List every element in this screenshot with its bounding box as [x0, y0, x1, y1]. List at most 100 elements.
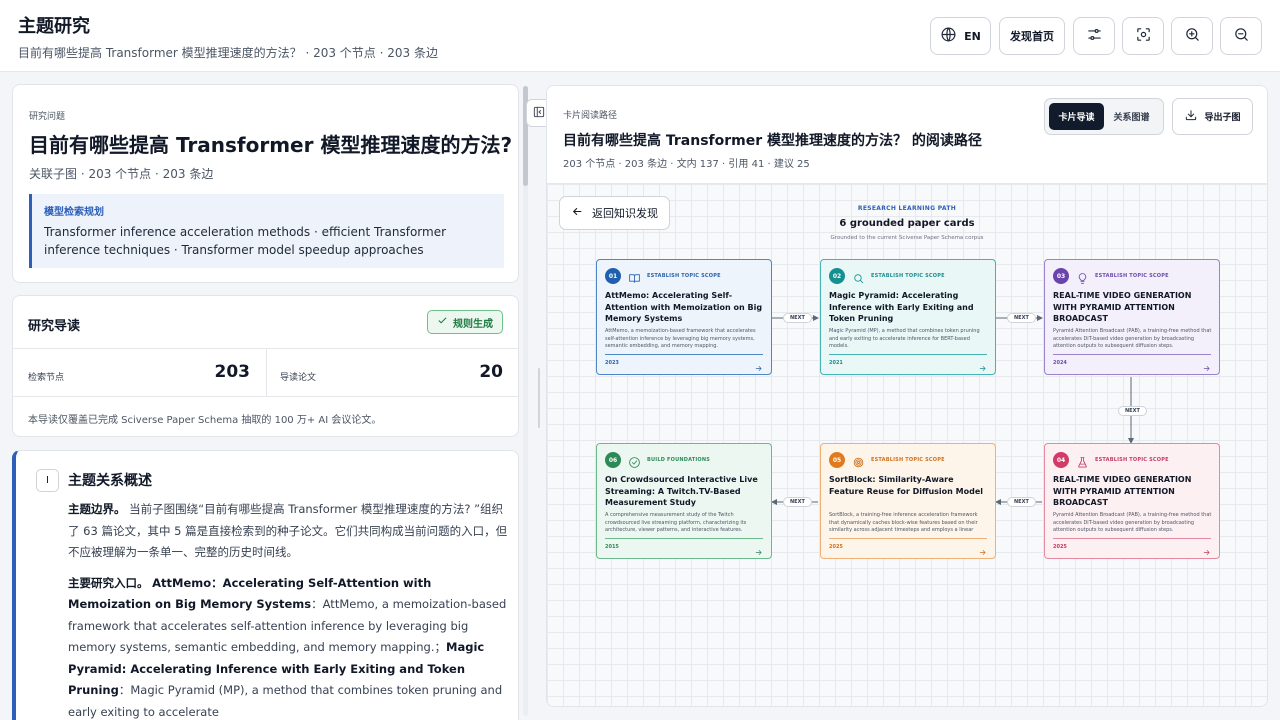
zoom-in-button[interactable]: [1171, 17, 1213, 55]
app-header: 主题研究 目前有哪些提高 Transformer 模型推理速度的方法？ · 20…: [0, 0, 1280, 72]
panel-resize-handle[interactable]: [538, 368, 540, 428]
next-edge-label: NEXT: [1007, 497, 1036, 507]
sidebar-collapse-icon: [532, 104, 546, 123]
stat-value-nodes: 203: [214, 362, 251, 382]
export-label: 导出子图: [1204, 113, 1241, 123]
card-title: REAL-TIME VIDEO GENERATION WITH PYRAMID …: [1053, 291, 1192, 323]
topic-overview-panel: I 主题关系概述 主题边界。 当前子图围绕“目前有哪些提高 Transforme…: [12, 450, 519, 720]
paper-card[interactable]: 06 BUILD FOUNDATIONS On Crowdsourced Inter…: [596, 443, 772, 559]
next-edge-label: NEXT: [783, 497, 812, 507]
stat-value-papers: 20: [479, 362, 503, 382]
card-description: SortBlock, a training-free inference acc…: [829, 512, 978, 533]
question-kicker: 研究问题: [29, 112, 66, 122]
arrow-right-icon[interactable]: [1202, 358, 1211, 371]
card-description: Pyramid Attention Broadcast (PAB), a tra…: [1053, 512, 1212, 533]
card-description: A comprehensive measurement study of the…: [605, 512, 747, 533]
overview-paragraph: 主要研究入口。 AttMemo：Accelerating Self-Attent…: [68, 573, 508, 720]
reading-path-kicker: 卡片阅读路径: [563, 111, 618, 121]
research-guide-panel: 研究导读 规则生成 检索节点 203 导读论文 20 本导读仅覆盖已完成 Sci…: [12, 295, 519, 437]
card-year: 2025: [1053, 544, 1067, 550]
paragraph-text: 当前子图围绕“目前有哪些提高 Transformer 模型推理速度的方法? ”组…: [68, 502, 508, 559]
card-number: 06: [605, 452, 621, 468]
research-question-panel: 研究问题 目前有哪些提高 Transformer 模型推理速度的方法? 关联子图…: [12, 84, 519, 283]
card-year: 2021: [829, 360, 843, 366]
zoom-out-button[interactable]: [1220, 17, 1262, 55]
card-title: SortBlock: Similarity-Aware Feature Reus…: [829, 475, 983, 496]
tab-card-guide[interactable]: 卡片导读: [1049, 103, 1104, 130]
card-number: 01: [605, 268, 621, 284]
card-stage: ESTABLISH TOPIC SCOPE: [1095, 457, 1169, 463]
card-number: 05: [829, 452, 845, 468]
tab-relation-graph[interactable]: 关系图谱: [1104, 103, 1159, 130]
card-stage: ESTABLISH TOPIC SCOPE: [1095, 273, 1169, 279]
download-icon: [1184, 108, 1204, 125]
retrieval-plan-label: 模型检索规划: [44, 207, 104, 218]
card-footer: 2015: [605, 538, 763, 555]
guide-title: 研究导读: [28, 319, 81, 334]
card-number: 02: [829, 268, 845, 284]
card-footer: 2024: [1053, 354, 1211, 371]
card-stage: ESTABLISH TOPIC SCOPE: [647, 273, 721, 279]
globe-icon: [940, 26, 957, 46]
overview-body: 主题边界。 当前子图围绕“目前有哪些提高 Transformer 模型推理速度的…: [68, 499, 508, 720]
zoom-in-icon: [1184, 26, 1201, 46]
arrow-right-icon[interactable]: [754, 358, 763, 371]
filter-button[interactable]: [1073, 17, 1115, 55]
overview-paragraph: 主题边界。 当前子图围绕“目前有哪些提高 Transformer 模型推理速度的…: [68, 499, 508, 564]
card-number: 04: [1053, 452, 1069, 468]
language-button[interactable]: EN: [930, 17, 991, 55]
card-year: 2015: [605, 544, 619, 550]
check-circle-icon: [628, 454, 641, 468]
path-kicker: RESEARCH LEARNING PATH: [857, 205, 957, 212]
check-icon: [437, 315, 453, 329]
discover-home-button[interactable]: 发现首页: [999, 17, 1065, 55]
guide-note: 本导读仅覆盖已完成 Sciverse Paper Schema 抽取的 100 …: [28, 415, 382, 426]
paper-card[interactable]: 01 ESTABLISH TOPIC SCOPE AttMemo: Accelera…: [596, 259, 772, 375]
paragraph-heading: 主题边界。: [68, 502, 126, 516]
focus-icon: [1135, 26, 1152, 46]
stat-label-papers: 导读论文: [280, 373, 317, 383]
card-year: 2023: [605, 360, 619, 366]
card-footer: 2025: [829, 538, 987, 555]
paper-card[interactable]: 02 ESTABLISH TOPIC SCOPE Magic Pyramid: Ac…: [820, 259, 996, 375]
export-subgraph-button[interactable]: 导出子图: [1172, 98, 1253, 135]
reading-path-meta: 203 个节点 · 203 条边 · 文内 137 · 引用 41 · 建议 2…: [563, 159, 810, 170]
arrow-right-icon[interactable]: [978, 358, 987, 371]
path-subtitle: Grounded to the current Sciverse Paper S…: [830, 235, 984, 241]
card-number: 03: [1053, 268, 1069, 284]
paper-card[interactable]: 03 ESTABLISH TOPIC SCOPE REAL-TIME VIDEO G…: [1044, 259, 1220, 375]
question-title: 目前有哪些提高 Transformer 模型推理速度的方法?: [29, 133, 513, 157]
card-title: On Crowdsourced Interactive Live Streami…: [605, 475, 758, 507]
arrow-right-icon[interactable]: [978, 542, 987, 555]
app-subtitle: 目前有哪些提高 Transformer 模型推理速度的方法？ · 203 个节点…: [18, 46, 438, 60]
path-title: 6 grounded paper cards: [839, 218, 975, 229]
paragraph-heading: 主要研究入口。: [68, 575, 149, 590]
arrow-right-icon[interactable]: [1202, 542, 1211, 555]
paper-card[interactable]: 05 ESTABLISH TOPIC SCOPE SortBlock: Simila…: [820, 443, 996, 559]
zoom-out-icon: [1233, 26, 1250, 46]
reading-path-header: 卡片阅读路径 目前有哪些提高 Transformer 模型推理速度的方法？ 的阅…: [547, 86, 1267, 184]
retrieval-plan-box: 模型检索规划 Transformer inference acceleratio…: [29, 194, 504, 268]
discover-home-label: 发现首页: [1010, 30, 1054, 43]
card-title: Magic Pyramid: Accelerating Inference wi…: [829, 291, 974, 323]
reading-path-title: 目前有哪些提高 Transformer 模型推理速度的方法？ 的阅读路径: [563, 133, 982, 149]
flask-icon: [1076, 454, 1089, 468]
paper-card[interactable]: 04 ESTABLISH TOPIC SCOPE REAL-TIME VIDEO G…: [1044, 443, 1220, 559]
stat-label-nodes: 检索节点: [28, 373, 65, 383]
question-meta: 关联子图 · 203 个节点 · 203 条边: [29, 167, 214, 181]
card-description: AttMemo, a memoization-based framework t…: [605, 328, 756, 349]
section-index: I: [36, 469, 59, 492]
language-label: EN: [964, 29, 981, 43]
card-footer: 2023: [605, 354, 763, 371]
arrow-right-icon[interactable]: [754, 542, 763, 555]
next-edge-label: NEXT: [783, 313, 812, 323]
lightbulb-icon: [1076, 270, 1089, 284]
card-title: AttMemo: Accelerating Self-Attention wit…: [605, 291, 763, 323]
focus-button[interactable]: [1122, 17, 1164, 55]
card-year: 2025: [829, 544, 843, 550]
card-footer: 2025: [1053, 538, 1211, 555]
divider: [13, 396, 518, 397]
search-icon: [852, 270, 865, 284]
card-stage: BUILD FOUNDATIONS: [647, 457, 711, 463]
path-canvas[interactable]: 返回知识发现 RESEARCH LEARNING PATH 6 grounded…: [547, 184, 1267, 706]
